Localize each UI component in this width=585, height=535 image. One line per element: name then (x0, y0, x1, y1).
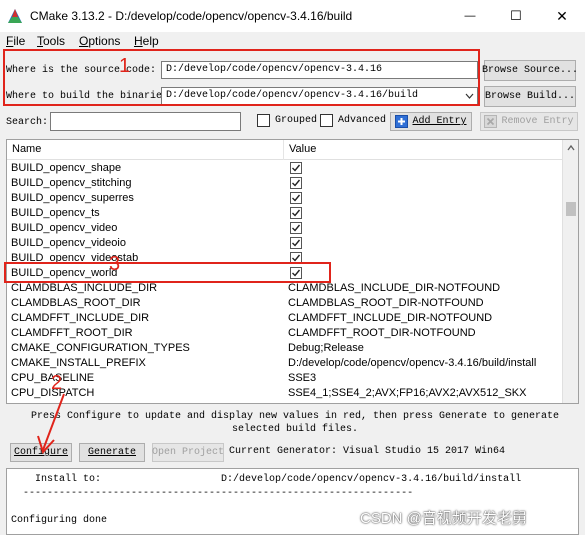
watermark: CSDN @音视频开发老舅 (360, 510, 527, 527)
annotation-arrow (37, 393, 65, 454)
